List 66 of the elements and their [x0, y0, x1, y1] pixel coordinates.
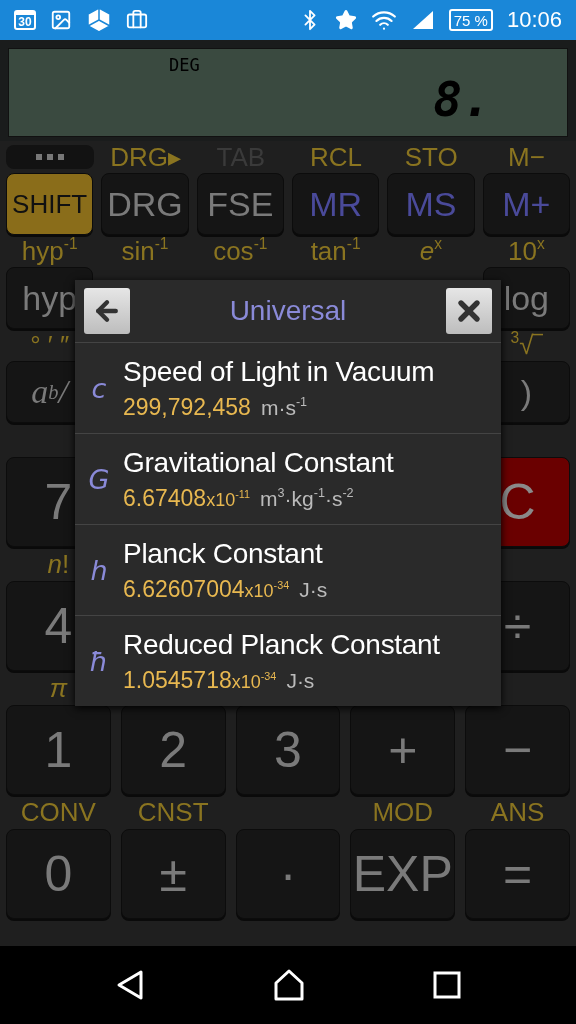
constant-unit: J·s [299, 577, 328, 602]
calculator-key[interactable]: = [465, 829, 570, 919]
constant-symbol: G [87, 463, 111, 495]
constant-unit: m$^{3}$·kg$^{-1}$·s$^{-2}$ [260, 486, 354, 511]
calculator-key[interactable]: 0 [6, 829, 111, 919]
calculator-key[interactable]: M+ [482, 173, 570, 235]
briefcase-icon [126, 9, 148, 31]
shift-label: CONV [20, 796, 96, 828]
back-icon[interactable] [115, 969, 145, 1001]
constant-value: 6.67408 [123, 484, 207, 512]
battery-indicator: 75 % [448, 9, 493, 31]
shift-label: cos$^{-1}$ [213, 235, 268, 267]
calendar-icon: 30 [14, 10, 36, 30]
calculator-key[interactable]: + [350, 705, 456, 795]
shift-label: tan$^{-1}$ [310, 235, 361, 267]
constant-unit: J·s [286, 668, 315, 693]
star-icon [334, 9, 357, 31]
shift-label: MOD [372, 796, 434, 828]
shift-label: $^{3}$√‾ [510, 329, 543, 361]
home-icon[interactable] [273, 969, 305, 1001]
shift-label: CNST [137, 796, 209, 828]
calculator-key[interactable]: 3 [235, 705, 341, 795]
shift-label: DRG▸ [110, 141, 181, 173]
calculator-key[interactable]: DRG [101, 173, 189, 235]
constant-power: x10$^{-11}$ [206, 489, 250, 511]
shift-label: 10$^{x}$ [507, 235, 545, 267]
constant-name: Planck Constant [123, 537, 324, 570]
dialog-title: Universal [229, 295, 347, 327]
calculator-key[interactable]: EXP [350, 829, 456, 919]
constant-unit: m·s$^{-1}$ [260, 395, 308, 420]
shift-label: STO [404, 141, 458, 173]
shift-label: hyp$^{-1}$ [21, 235, 78, 267]
shift-label: e$^{x}$ [419, 235, 443, 267]
constant-name: Speed of Light in Vacuum [123, 355, 435, 388]
calculator-key[interactable]: · [235, 829, 341, 919]
shift-label: ANS [490, 796, 545, 828]
shift-label: M− [507, 141, 545, 173]
cube-icon [86, 7, 112, 33]
display-value: 8. [433, 75, 491, 123]
menu-button[interactable] [6, 145, 94, 169]
recents-icon[interactable] [433, 971, 461, 999]
calculator-key[interactable]: SHIFT [6, 173, 94, 235]
constant-name: Gravitational Constant [123, 446, 394, 479]
shift-label: n! [47, 548, 70, 580]
shift-label: π [49, 672, 68, 704]
constant-value: 299,792,458 [123, 393, 251, 421]
constant-name: Reduced Planck Constant [123, 628, 440, 661]
clock: 10:06 [506, 7, 562, 33]
close-button[interactable] [446, 288, 492, 334]
calculator-key[interactable]: ± [120, 829, 226, 919]
calculator-key[interactable]: − [465, 705, 570, 795]
shift-label: ° ′ ″ [30, 329, 70, 361]
calculator-key[interactable]: FSE [196, 173, 284, 235]
calculator-key[interactable]: 2 [120, 705, 226, 795]
shift-label: RCL [310, 141, 362, 173]
calculator-key[interactable]: 1 [6, 705, 111, 795]
constant-value: 1.0545718 [123, 666, 232, 694]
angle-mode: DEG [169, 55, 200, 75]
calculator-key[interactable]: MS [387, 173, 475, 235]
constant-power: x10$^{-34}$ [231, 671, 277, 693]
shift-label: sin$^{-1}$ [121, 235, 169, 267]
image-icon [50, 9, 72, 31]
constant-power: x10$^{-34}$ [244, 580, 290, 602]
constant-value: 6.62607004 [123, 575, 245, 603]
back-button[interactable] [84, 288, 130, 334]
calculator-key[interactable]: MR [292, 173, 380, 235]
